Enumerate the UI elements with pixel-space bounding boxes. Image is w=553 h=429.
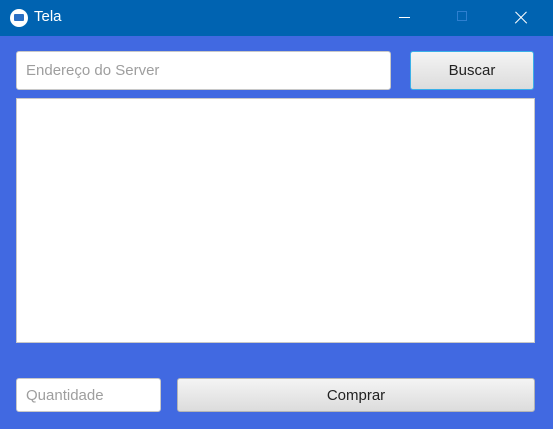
title-bar[interactable]: Tela bbox=[0, 0, 553, 36]
app-window-icon bbox=[10, 9, 28, 27]
minimize-icon[interactable] bbox=[376, 0, 434, 36]
search-button[interactable]: Buscar bbox=[410, 51, 534, 90]
maximize-icon[interactable] bbox=[434, 0, 492, 36]
window-title: Tela bbox=[34, 8, 62, 25]
app-window: Tela Buscar Comprar bbox=[0, 0, 553, 429]
buy-button[interactable]: Comprar bbox=[177, 378, 535, 412]
quantity-input[interactable] bbox=[16, 378, 161, 412]
results-list[interactable] bbox=[16, 98, 535, 343]
server-address-input[interactable] bbox=[16, 51, 391, 90]
close-icon[interactable] bbox=[492, 0, 550, 36]
